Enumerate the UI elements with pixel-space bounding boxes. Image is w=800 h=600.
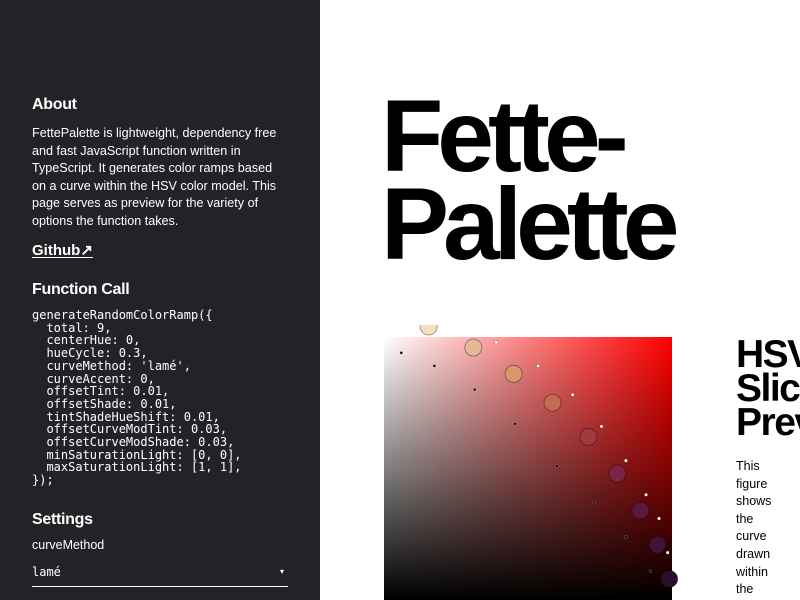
shade-curve-dot <box>513 422 517 426</box>
curve-method-label: curveMethod <box>32 538 105 552</box>
tint-curve-dot <box>644 492 648 497</box>
shade-curve-dot <box>432 364 437 368</box>
hsv-slice-plot <box>384 325 679 600</box>
color-swatch <box>631 501 650 520</box>
shade-curve-dot <box>648 569 653 573</box>
curve-method-select[interactable]: lamé ▾ <box>32 564 288 587</box>
curve-method-value: lamé <box>32 565 61 579</box>
hsv-slice-title: HSV Slic Prev <box>736 335 800 444</box>
color-swatch <box>579 428 598 446</box>
shade-curve-dot <box>592 501 596 505</box>
page-title-line-2: Palette <box>381 167 679 281</box>
tint-curve-dot <box>657 516 661 521</box>
shade-curve-dot <box>624 535 628 539</box>
function-call-code: generateRandomColorRamp({ total: 9, cent… <box>32 308 242 488</box>
color-swatch <box>504 364 523 383</box>
value-gradient <box>384 337 672 600</box>
hsv-title-line-3: Prev <box>736 401 800 444</box>
sidebar: About FettePalette is lightweight, depen… <box>0 0 320 600</box>
function-call-heading: Function Call <box>32 281 130 298</box>
chevron-down-icon: ▾ <box>279 567 284 576</box>
shade-curve-dot <box>399 351 403 355</box>
shade-curve-dot <box>473 387 477 392</box>
shade-curve-dot <box>555 464 559 468</box>
tint-curve-dot <box>536 364 540 368</box>
tint-curve-dot <box>494 340 499 345</box>
color-swatch <box>419 325 438 336</box>
settings-heading: Settings <box>32 511 93 528</box>
about-heading: About <box>32 96 77 113</box>
hsv-slice-description: This figure shows the curve drawn within… <box>736 459 772 597</box>
github-link[interactable]: Github↗ <box>32 241 93 259</box>
color-swatch <box>660 570 679 588</box>
tint-curve-dot <box>665 550 670 555</box>
color-swatch <box>648 535 667 554</box>
color-swatch <box>608 464 627 483</box>
tint-curve-dot <box>570 392 575 397</box>
page-title: Fette- Palette <box>381 85 679 281</box>
tint-curve-dot <box>599 424 604 429</box>
color-swatch <box>464 338 483 357</box>
about-text: FettePalette is lightweight, dependency … <box>32 126 277 228</box>
color-swatch <box>543 393 562 412</box>
tint-curve-dot <box>624 458 628 463</box>
